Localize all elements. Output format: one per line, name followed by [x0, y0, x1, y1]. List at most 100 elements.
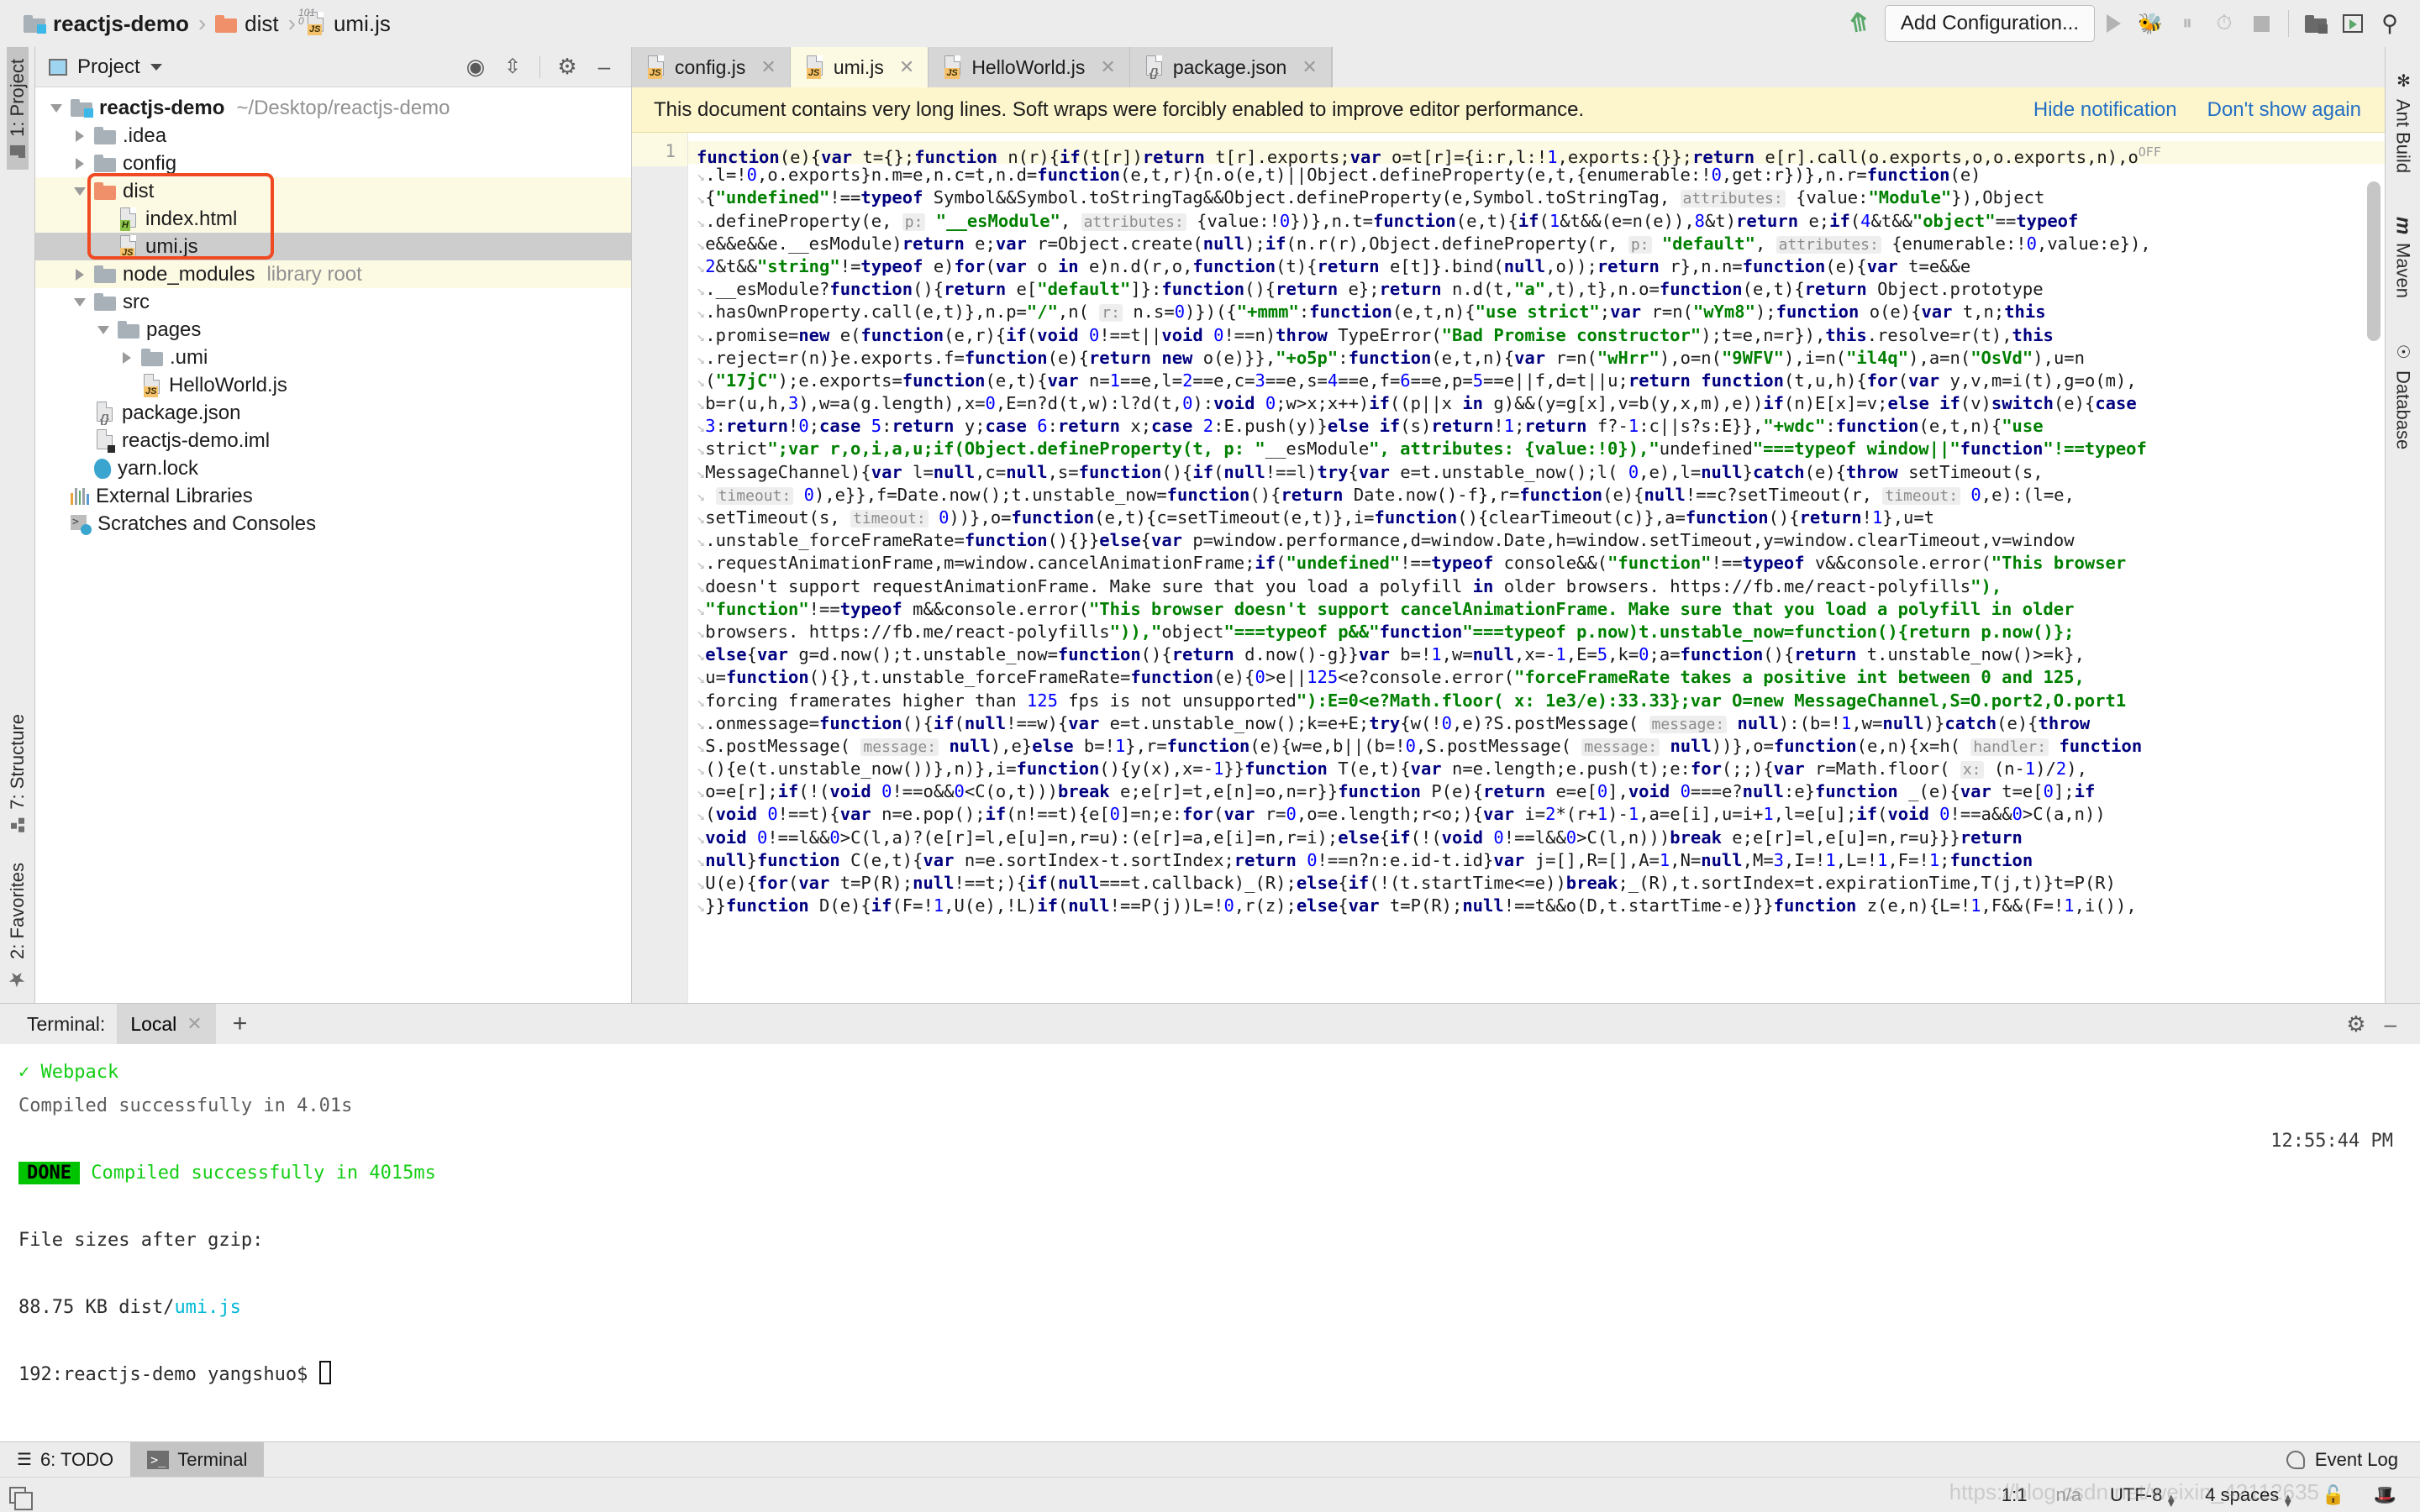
terminal-line: ✓ Webpack — [18, 1062, 119, 1083]
breadcrumb-item-file[interactable]: 101 0 JS umi.js — [298, 8, 391, 37]
close-icon[interactable]: ✕ — [1100, 56, 1115, 78]
run-coverage-icon[interactable]: ⏸ — [2169, 5, 2206, 42]
terminal-prompt[interactable]: 192:reactjs-demo yangshuo$ — [18, 1358, 2420, 1392]
tree-item[interactable]: node_modules library root — [35, 260, 631, 288]
toggle-tool-windows-button[interactable] — [0, 1486, 35, 1510]
new-terminal-tab-button[interactable]: + — [216, 1010, 265, 1038]
tree-item[interactable]: config — [35, 150, 631, 177]
tree-item[interactable]: reactjs-demo ~/Desktop/reactjs-demo — [35, 94, 631, 122]
code-line: ↘.l=!0,o.exports}n.m=e,n.c=t,n.d=functio… — [697, 165, 1981, 186]
code-viewport[interactable]: 1 function(e){var t={};function n(r){if(… — [632, 133, 2385, 1003]
soft-wrap-marker: ↘ — [697, 419, 706, 437]
chevron-down-icon[interactable] — [50, 103, 62, 113]
collapse-all-icon[interactable]: ⇳ — [496, 50, 529, 84]
locate-icon[interactable]: ◉ — [459, 50, 492, 84]
editor-tab[interactable]: JS config.js ✕ — [632, 47, 791, 87]
hide-notification-link[interactable]: Hide notification — [2033, 98, 2177, 122]
tree-item[interactable]: Hindex.html — [35, 205, 631, 233]
tree-item[interactable]: reactjs-demo.iml — [35, 427, 631, 454]
tree-item[interactable]: .idea — [35, 122, 631, 150]
sidebar-item-database[interactable]: ☉ Database — [2392, 312, 2414, 463]
close-icon[interactable]: ✕ — [760, 56, 776, 78]
tree-item-label: index.html — [145, 207, 238, 230]
terminal-tab-local[interactable]: Local ✕ — [117, 1004, 216, 1044]
tree-item[interactable]: > Scratches and Consoles — [35, 510, 631, 538]
chevron-down-icon[interactable] — [97, 325, 109, 334]
sidebar-item-ant-build[interactable]: ✻ Ant Build — [2392, 57, 2414, 186]
tree-item[interactable]: src — [35, 288, 631, 316]
close-icon[interactable]: ✕ — [1302, 56, 1317, 78]
tree-item[interactable]: External Libraries — [35, 482, 631, 510]
close-icon[interactable]: ✕ — [187, 1013, 202, 1035]
ant-icon: ✻ — [2393, 71, 2412, 91]
terminal-line: File sizes after gzip: — [18, 1230, 264, 1251]
editor-tab[interactable]: JS HelloWorld.js ✕ — [929, 47, 1130, 87]
gear-icon[interactable]: ⚙ — [550, 50, 584, 84]
star-icon: ★ — [5, 968, 29, 991]
tree-item[interactable]: JS umi.js — [35, 233, 631, 260]
debug-icon[interactable]: 🐝 — [2132, 5, 2169, 42]
chevron-right-icon[interactable] — [76, 157, 84, 170]
tree-item[interactable]: dist — [35, 177, 631, 205]
stop-icon[interactable] — [2243, 5, 2280, 42]
soft-wrap-marker: ↘ — [697, 282, 706, 300]
code-line: ↘{"undefined"!==typeof Symbol&&Symbol.to… — [697, 187, 2045, 208]
project-folder-icon — [71, 99, 93, 118]
project-structure-icon[interactable] — [2297, 5, 2334, 42]
hat-icon[interactable]: 🎩 — [2374, 1484, 2396, 1506]
terminal-output[interactable]: ✓ Webpack Compiled successfully in 4.01s… — [0, 1044, 2420, 1441]
gear-icon[interactable]: ⚙ — [2346, 1011, 2365, 1037]
soft-wrap-marker: ↘ — [697, 853, 706, 870]
tree-item[interactable]: JS HelloWorld.js — [35, 371, 631, 399]
encoding[interactable]: UTF-8 ▲ ▼ — [2110, 1484, 2176, 1509]
editor-tab[interactable]: JS umi.js ✕ — [790, 47, 929, 87]
back-arrow-icon[interactable]: ⤊ — [1846, 8, 1871, 39]
line-separator[interactable]: n/a — [2055, 1484, 2081, 1506]
sidebar-item-favorites[interactable]: ★ 2: Favorites — [5, 844, 29, 1003]
soft-wrap-marker: ↘ — [697, 579, 706, 596]
sidebar-item-project[interactable]: 1: Project — [6, 47, 29, 170]
minimize-icon[interactable]: – — [587, 50, 621, 84]
sidebar-item-maven[interactable]: m Maven — [2391, 186, 2415, 312]
lock-icon[interactable]: 🔓 — [2322, 1484, 2344, 1506]
tree-item[interactable]: {} package.json — [35, 399, 631, 427]
search-everywhere-icon[interactable]: ⚲ — [2371, 5, 2408, 42]
chevron-down-icon[interactable] — [74, 297, 86, 307]
terminal-tab-label: Local — [130, 1012, 177, 1035]
tree-item[interactable]: yarn.lock — [35, 454, 631, 482]
breadcrumb-item-dist[interactable]: dist — [215, 11, 279, 37]
editor-scrollbar[interactable] — [2367, 181, 2381, 341]
maven-icon: m — [2391, 217, 2415, 235]
tree-item-label: umi.js — [145, 234, 198, 258]
editor-tabs[interactable]: JS config.js ✕ JS umi.js ✕ JS HelloWorld.js ✕ {} p… — [632, 47, 2385, 87]
add-configuration-button[interactable]: Add Configuration... — [1884, 5, 2095, 42]
breadcrumb-label: reactjs-demo — [53, 10, 189, 36]
chevron-down-icon[interactable] — [74, 186, 86, 196]
dont-show-again-link[interactable]: Don't show again — [2207, 98, 2361, 122]
chevron-down-icon[interactable] — [150, 63, 162, 71]
tree-item[interactable]: pages — [35, 316, 631, 344]
caret-position[interactable]: 1:1 — [2002, 1484, 2028, 1506]
sidebar-item-label: 2: Favorites — [6, 863, 28, 959]
run-anything-icon[interactable] — [2334, 5, 2371, 42]
breadcrumb-item-project[interactable]: reactjs-demo — [24, 11, 189, 37]
editor-tab-label: HelloWorld.js — [971, 55, 1086, 78]
right-tool-stripe: ✻ Ant Build m Maven ☉ Database — [2385, 47, 2420, 1003]
run-icon[interactable] — [2095, 5, 2132, 42]
folder-icon — [94, 293, 116, 311]
project-tree[interactable]: reactjs-demo ~/Desktop/reactjs-demo .idea c… — [35, 87, 631, 1003]
chevron-right-icon[interactable] — [76, 268, 84, 281]
code-content[interactable]: function(e){var t={};function n(r){if(t[… — [687, 133, 2385, 1003]
bottom-tab-terminal[interactable]: >_ Terminal — [130, 1442, 265, 1477]
editor-tab[interactable]: {} package.json ✕ — [1129, 47, 1332, 87]
minimize-icon[interactable]: – — [2385, 1011, 2396, 1037]
chevron-right-icon[interactable] — [123, 351, 131, 364]
chevron-right-icon[interactable] — [76, 129, 84, 142]
profile-icon[interactable]: ⏱ — [2206, 5, 2243, 42]
close-icon[interactable]: ✕ — [899, 56, 914, 78]
sidebar-item-structure[interactable]: 7: Structure — [7, 702, 29, 844]
tree-item[interactable]: .umi — [35, 344, 631, 371]
event-log-label[interactable]: Event Log — [2315, 1449, 2398, 1471]
bottom-tab-todo[interactable]: ☰ 6: TODO — [0, 1442, 130, 1477]
indent-setting[interactable]: 4 spaces ▲ ▼ — [2205, 1484, 2293, 1509]
